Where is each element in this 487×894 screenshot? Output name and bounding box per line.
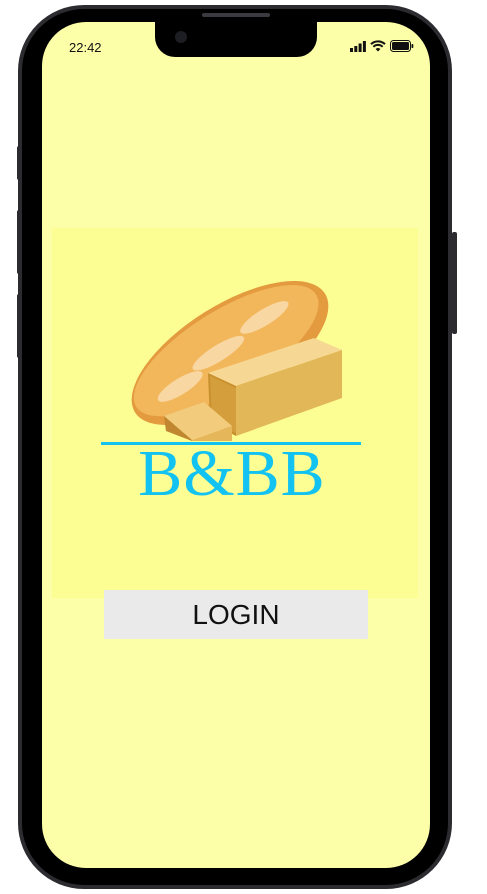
logo-panel bbox=[52, 228, 418, 598]
volume-up-button bbox=[17, 210, 22, 274]
wifi-icon bbox=[370, 39, 386, 57]
volume-down-button bbox=[17, 294, 22, 358]
power-button bbox=[452, 232, 457, 334]
login-button[interactable]: LOGIN bbox=[104, 590, 368, 639]
status-icons bbox=[350, 40, 416, 56]
front-camera bbox=[175, 31, 187, 43]
brand-logo-text-wrap: B&BB bbox=[101, 437, 363, 510]
battery-icon bbox=[390, 39, 414, 57]
status-time: 22:42 bbox=[69, 40, 102, 55]
earpiece-speaker bbox=[202, 13, 270, 17]
brand-logo-text: B&BB bbox=[138, 437, 326, 510]
notch bbox=[155, 22, 317, 57]
silent-switch bbox=[17, 146, 22, 180]
bread-loaves-icon bbox=[131, 281, 342, 441]
signal-icon bbox=[350, 39, 366, 57]
